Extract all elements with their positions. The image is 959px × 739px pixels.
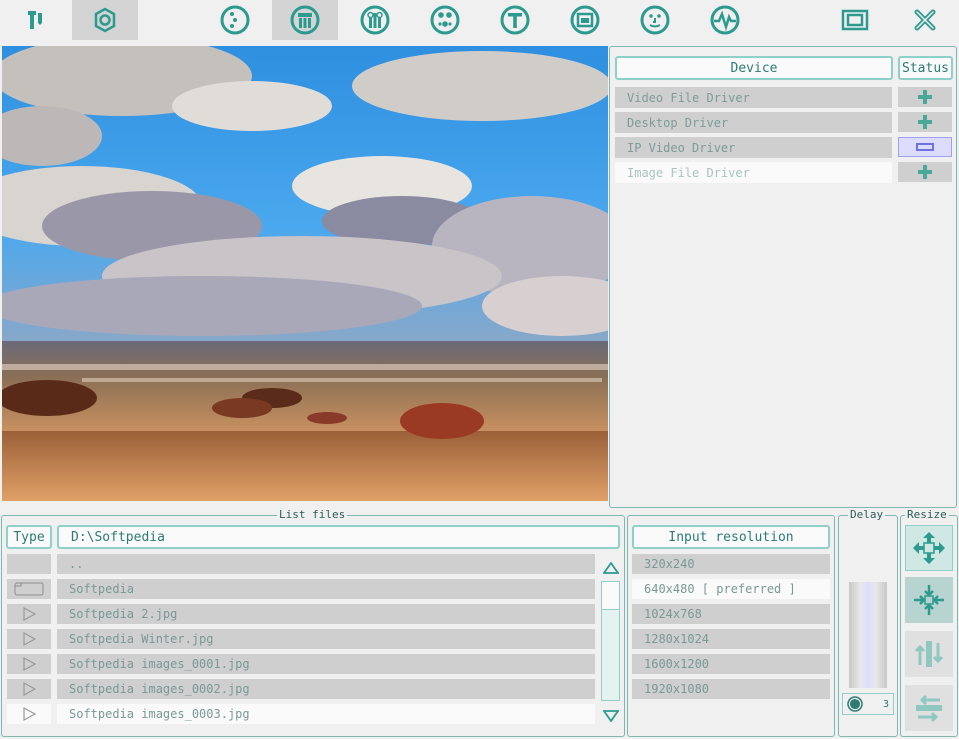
- triangle-down-icon: [602, 710, 619, 722]
- triangle-up-icon: [602, 562, 619, 574]
- mixer-icon[interactable]: [412, 0, 478, 40]
- settings-wrench-icon[interactable]: [2, 0, 68, 40]
- file-row-selected[interactable]: Softpedia images_0003.jpg: [57, 704, 595, 724]
- input-icon[interactable]: [202, 0, 268, 40]
- play-icon: [7, 654, 51, 674]
- device-status-add-button[interactable]: [898, 162, 952, 182]
- type-header: Type: [6, 525, 52, 549]
- resolution-header: Input resolution: [632, 525, 830, 549]
- scroll-thumb[interactable]: [602, 582, 619, 610]
- file-row[interactable]: Softpedia Winter.jpg: [57, 629, 595, 649]
- resolution-option[interactable]: 1600x1200: [632, 654, 830, 674]
- resolution-option[interactable]: 1920x1080: [632, 679, 830, 699]
- delay-slider[interactable]: [849, 582, 887, 688]
- status-header: Status: [898, 56, 953, 80]
- file-row[interactable]: Softpedia images_0001.jpg: [57, 654, 595, 674]
- gear-icon[interactable]: [72, 0, 138, 40]
- list-files-title: List files: [277, 508, 348, 521]
- filter-icon[interactable]: [342, 0, 408, 40]
- timer-icon: [847, 696, 863, 712]
- play-icon: [7, 679, 51, 699]
- pulse-icon[interactable]: [692, 0, 758, 40]
- device-row-video-file[interactable]: Video File Driver: [615, 87, 892, 108]
- play-icon: [7, 629, 51, 649]
- device-panel: Device Status Video File Driver Desktop …: [609, 46, 957, 508]
- plus-icon: [918, 115, 932, 129]
- file-type-cell: [7, 554, 51, 574]
- resolution-option-selected[interactable]: 640x480 [ preferred ]: [632, 579, 830, 599]
- resolution-option[interactable]: 320x240: [632, 554, 830, 574]
- folder-icon: [7, 579, 51, 599]
- delay-control[interactable]: 3: [842, 693, 894, 715]
- window-icon[interactable]: [822, 0, 888, 40]
- resolution-option[interactable]: 1280x1024: [632, 629, 830, 649]
- delay-value: 3: [882, 698, 889, 710]
- file-row[interactable]: Softpedia 2.jpg: [57, 604, 595, 624]
- device-header: Device: [615, 56, 893, 80]
- shrink-center-button[interactable]: [905, 577, 953, 623]
- delay-title: Delay: [848, 508, 886, 521]
- toolbar: [0, 0, 959, 42]
- shrink-center-icon: [914, 585, 944, 615]
- play-icon: [7, 604, 51, 624]
- file-row-parent[interactable]: ..: [57, 554, 595, 574]
- vertical-arrows-button[interactable]: [905, 631, 953, 677]
- device-status-add-button[interactable]: [898, 112, 952, 132]
- face-icon[interactable]: [622, 0, 688, 40]
- device-status-add-button[interactable]: [898, 87, 952, 107]
- plus-icon: [918, 165, 932, 179]
- resolution-option[interactable]: 1024x768: [632, 604, 830, 624]
- file-row-folder[interactable]: Softpedia: [57, 579, 595, 599]
- path-field[interactable]: D:\Softpedia: [57, 525, 620, 549]
- horizontal-arrows-button[interactable]: [905, 685, 953, 731]
- device-row-desktop[interactable]: Desktop Driver: [615, 112, 892, 133]
- close-icon[interactable]: [892, 0, 958, 40]
- move-arrows-icon: [913, 532, 945, 564]
- video-preview: [2, 46, 608, 501]
- file-list-scrollbar[interactable]: [598, 553, 623, 730]
- scroll-up-button[interactable]: [598, 557, 623, 579]
- plus-icon: [918, 90, 932, 104]
- capture-icon[interactable]: [272, 0, 338, 40]
- play-icon: [7, 704, 51, 724]
- overlay-icon[interactable]: [552, 0, 618, 40]
- resize-title: Resize: [905, 508, 949, 521]
- device-status-remove-button[interactable]: [898, 137, 952, 157]
- minus-icon: [916, 143, 934, 151]
- horizontal-arrows-icon: [916, 694, 942, 723]
- move-arrows-button[interactable]: [905, 525, 953, 571]
- scroll-down-button[interactable]: [598, 705, 623, 727]
- device-row-ip-video[interactable]: IP Video Driver: [615, 137, 892, 158]
- vertical-arrows-icon: [914, 641, 944, 667]
- file-row[interactable]: Softpedia images_0002.jpg: [57, 679, 595, 699]
- text-icon[interactable]: [482, 0, 548, 40]
- scroll-track[interactable]: [601, 581, 620, 701]
- device-row-image-file[interactable]: Image File Driver: [615, 162, 892, 183]
